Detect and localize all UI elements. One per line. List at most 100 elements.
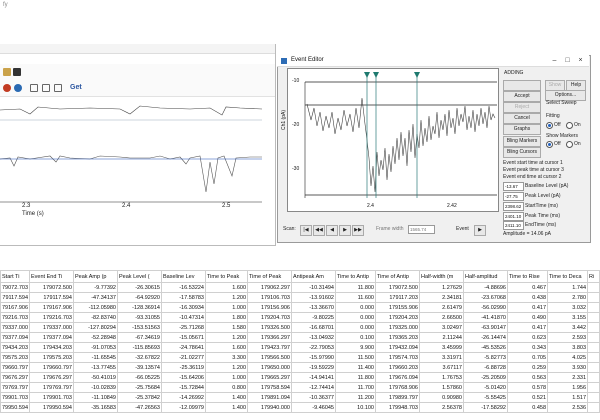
table-cell[interactable]: 11.600 (335, 292, 376, 303)
table-cell[interactable]: 2.331 (547, 372, 588, 383)
table-cell[interactable]: 179365.203 (375, 332, 420, 343)
table-cell[interactable]: -26.30615 (117, 282, 162, 293)
table-cell[interactable]: 11.500 (335, 352, 376, 363)
table-cell[interactable]: 1.956 (547, 382, 588, 393)
peak-time-field[interactable]: 2401.10 (503, 212, 524, 221)
get-label[interactable]: Get (70, 84, 82, 91)
column-header[interactable]: Half-width (m (419, 270, 464, 283)
table-cell[interactable]: -10.31494 (291, 282, 336, 293)
table-cell[interactable]: -56.02990 (463, 302, 508, 313)
graphs-button[interactable]: Graphs (503, 124, 541, 135)
table-cell[interactable]: -14.94141 (291, 372, 336, 383)
table-row[interactable]: 79337.000 179337.000 -127.80294 -153.51563-… (0, 322, 600, 333)
column-header[interactable]: Time to Deca (547, 270, 588, 283)
table-cell[interactable]: -15.05671 (161, 332, 206, 343)
table-cell[interactable]: 0.000 (335, 322, 376, 333)
table-cell[interactable]: 1.200 (205, 332, 248, 343)
table-cell[interactable]: 79769.797 (0, 382, 30, 393)
column-header[interactable]: Time of Antip (375, 270, 420, 283)
reject-button[interactable]: Reject (503, 102, 541, 113)
table-cell[interactable]: 179948.703 (375, 402, 420, 413)
table-cell[interactable]: 1.200 (205, 362, 248, 373)
table-cell[interactable]: -91.07053 (73, 342, 118, 353)
table-cell[interactable]: -15.72844 (161, 382, 206, 393)
table-cell[interactable]: 179676.297 (29, 372, 74, 383)
table-cell[interactable]: -82.83740 (73, 312, 118, 323)
table-cell[interactable]: 0.458 (507, 402, 548, 413)
table-cell[interactable]: -25.37842 (117, 392, 162, 403)
table-cell[interactable]: -9.80225 (291, 312, 336, 323)
table-cell[interactable] (587, 402, 600, 413)
table-cell[interactable]: -47.26563 (117, 402, 162, 413)
column-header[interactable]: Start Ti (0, 270, 30, 283)
table-row[interactable]: 79676.297 179676.297 -50.41019 -66.05225 -15… (0, 372, 600, 383)
lock-icon[interactable] (13, 68, 21, 76)
table-cell[interactable]: 11.800 (335, 282, 376, 293)
column-header[interactable]: Antipeak Am (291, 270, 336, 283)
scan-first-button[interactable]: |◀ (300, 225, 312, 236)
table-cell[interactable]: 0.490 (507, 312, 548, 323)
table-cell[interactable]: 179566.500 (247, 352, 292, 363)
table-cell[interactable]: 0.259 (507, 362, 548, 373)
table-cell[interactable]: 3.803 (547, 342, 588, 353)
table-cell[interactable]: 179432.094 (375, 342, 420, 353)
table-cell[interactable]: 0.467 (507, 282, 548, 293)
table-cell[interactable] (587, 342, 600, 353)
table-cell[interactable]: 11.800 (335, 372, 376, 383)
table-row[interactable]: 79769.797 179769.797 -10.02839 -25.75684 -15… (0, 382, 600, 393)
table-cell[interactable]: 1.200 (205, 292, 248, 303)
table-cell[interactable]: 79575.203 (0, 352, 30, 363)
fitting-off-radio[interactable] (546, 122, 553, 129)
table-cell[interactable]: -153.51563 (117, 322, 162, 333)
table-cell[interactable]: 2.536 (547, 402, 588, 413)
table-cell[interactable]: -25.36119 (161, 362, 206, 373)
scan-next-button[interactable]: ▶▶ (352, 225, 364, 236)
table-cell[interactable]: 3.930 (547, 362, 588, 373)
table-cell[interactable]: 179117.594 (29, 292, 74, 303)
table-cell[interactable]: 79434.203 (0, 342, 30, 353)
table-cell[interactable]: -13.77455 (73, 362, 118, 373)
table-cell[interactable]: -13.04932 (291, 332, 336, 343)
table-cell[interactable]: -26.14474 (463, 332, 508, 343)
table-cell[interactable]: -25.20509 (463, 372, 508, 383)
table-cell[interactable]: 3.155 (547, 312, 588, 323)
minimize-icon[interactable]: – (548, 55, 561, 66)
table-cell[interactable]: 1.400 (205, 402, 248, 413)
table-cell[interactable]: 79072.703 (0, 282, 30, 293)
table-cell[interactable]: 179366.297 (247, 332, 292, 343)
table-cell[interactable] (587, 322, 600, 333)
table-cell[interactable]: 1.800 (205, 312, 248, 323)
table-cell[interactable]: 179326.500 (247, 322, 292, 333)
table-cell[interactable]: 179377.094 (29, 332, 74, 343)
table-cell[interactable]: 79676.297 (0, 372, 30, 383)
table-cell[interactable]: 0.90980 (419, 392, 464, 403)
table-cell[interactable]: 79901.703 (0, 392, 30, 403)
table-cell[interactable]: 1.600 (205, 282, 248, 293)
table-cell[interactable]: -13.36670 (291, 302, 336, 313)
table-cell[interactable] (587, 302, 600, 313)
table-cell[interactable]: -9.77392 (73, 282, 118, 293)
table-cell[interactable]: 179575.203 (29, 352, 74, 363)
select-sweep-label[interactable]: Select Sweep (546, 100, 577, 106)
slash-tool-icon[interactable] (42, 84, 50, 92)
table-cell[interactable]: 179940.000 (247, 402, 292, 413)
table-cell[interactable]: 11.400 (335, 362, 376, 373)
scan-forward-button[interactable]: ▶ (339, 225, 351, 236)
table-cell[interactable] (587, 352, 600, 363)
table-cell[interactable]: -14.26992 (161, 392, 206, 403)
column-header[interactable]: Half-amplitud (463, 270, 508, 283)
table-cell[interactable]: 179891.094 (247, 392, 292, 403)
table-cell[interactable] (587, 362, 600, 373)
table-cell[interactable]: -35.16583 (73, 402, 118, 413)
table-cell[interactable]: 0.417 (507, 302, 548, 313)
table-cell[interactable]: 0.000 (335, 312, 376, 323)
start-time-field[interactable]: 2398.62 (503, 202, 524, 211)
table-cell[interactable]: -24.78641 (161, 342, 206, 353)
table-cell[interactable]: 179758.594 (247, 382, 292, 393)
table-cell[interactable]: 1.27629 (419, 282, 464, 293)
table-cell[interactable]: 179650.000 (247, 362, 292, 373)
event-next-button[interactable]: ▶ (474, 225, 486, 236)
column-header[interactable]: Time of Peak (247, 270, 292, 283)
pencil-icon[interactable] (30, 84, 38, 92)
table-cell[interactable]: 0.800 (205, 382, 248, 393)
